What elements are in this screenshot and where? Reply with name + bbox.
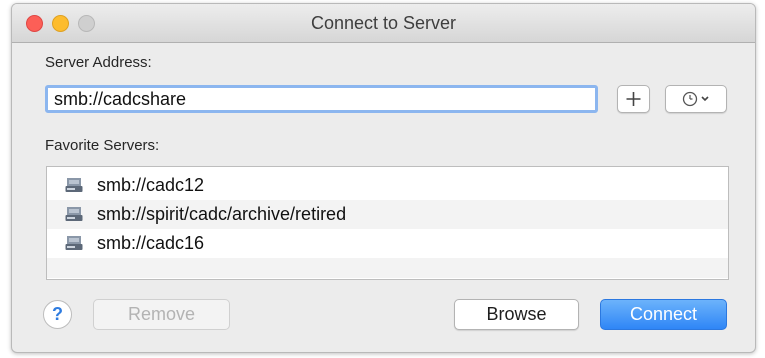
plus-icon — [626, 92, 641, 106]
help-button[interactable]: ? — [43, 300, 72, 329]
recent-servers-button[interactable] — [665, 85, 727, 113]
server-address-input[interactable] — [45, 85, 598, 113]
chevron-down-icon — [701, 96, 709, 102]
favorite-server-address: smb://cadc12 — [97, 175, 205, 195]
favorite-server-address: smb://cadc16 — [97, 233, 205, 253]
list-item[interactable]: smb://cadc16 — [47, 229, 728, 258]
empty-list-row — [47, 258, 728, 278]
favorite-servers-label: Favorite Servers: — [45, 137, 160, 154]
connect-button[interactable]: Connect — [600, 299, 727, 330]
window-title: Connect to Server — [310, 13, 457, 33]
network-drive-icon — [65, 236, 83, 250]
add-favorite-button[interactable] — [617, 85, 650, 113]
favorite-servers-list: smb://cadc12 smb://spirit/cadc/archive/r… — [46, 166, 729, 280]
title-bar: Connect to Server — [12, 4, 755, 43]
remove-button[interactable]: Remove — [93, 299, 230, 330]
list-item[interactable]: smb://spirit/cadc/archive/retired — [47, 200, 728, 229]
network-drive-icon — [65, 178, 83, 192]
network-drive-icon — [65, 207, 83, 221]
connect-to-server-window: Connect to Server Server Address: Favori… — [11, 3, 756, 353]
favorite-server-address: smb://spirit/cadc/archive/retired — [97, 204, 347, 224]
browse-button[interactable]: Browse — [454, 299, 579, 330]
server-address-label: Server Address: — [45, 54, 152, 71]
list-item[interactable]: smb://cadc12 — [47, 171, 728, 200]
